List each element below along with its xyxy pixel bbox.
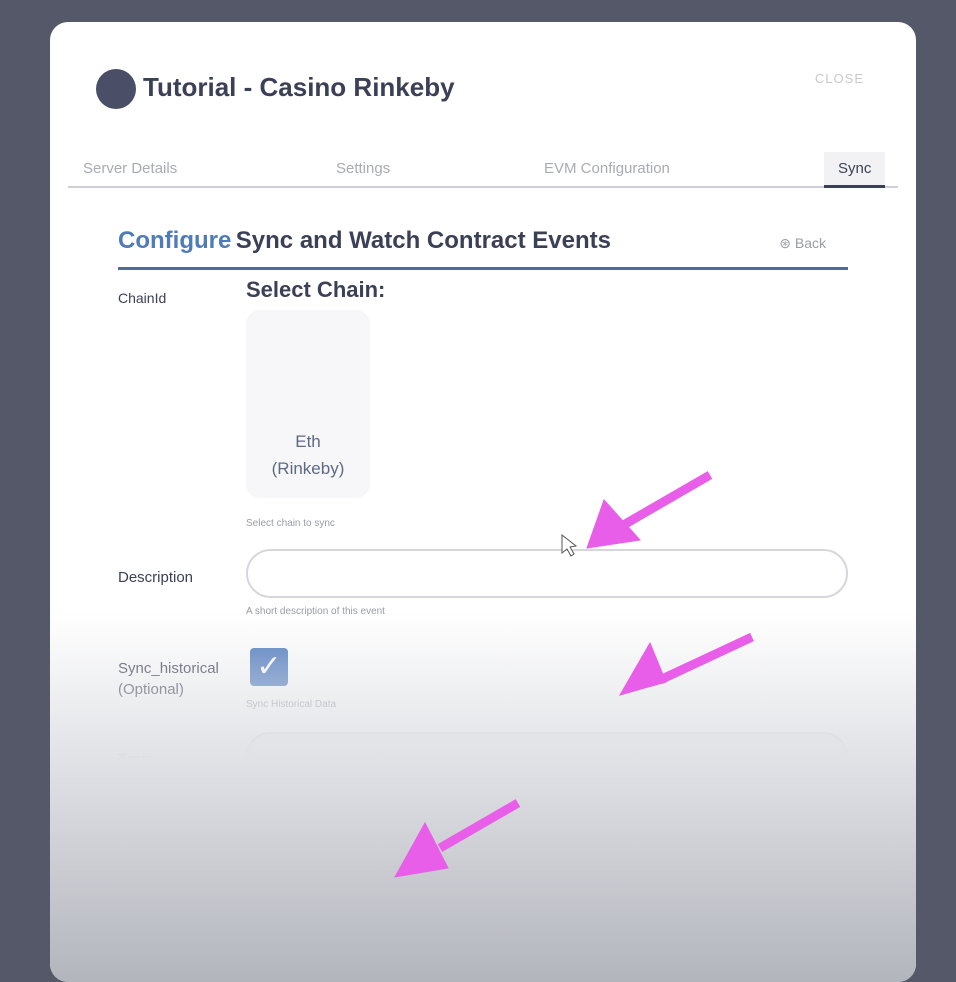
annotation-arrows — [394, 471, 754, 878]
annotation-arrow-icon — [617, 471, 713, 531]
annotation-arrow-icon — [437, 799, 521, 852]
annotation-arrow-icon — [658, 632, 754, 685]
annotation-arrowhead-icon — [618, 641, 667, 696]
annotation-arrowhead-icon — [394, 821, 449, 878]
mouse-cursor-icon — [561, 533, 578, 557]
